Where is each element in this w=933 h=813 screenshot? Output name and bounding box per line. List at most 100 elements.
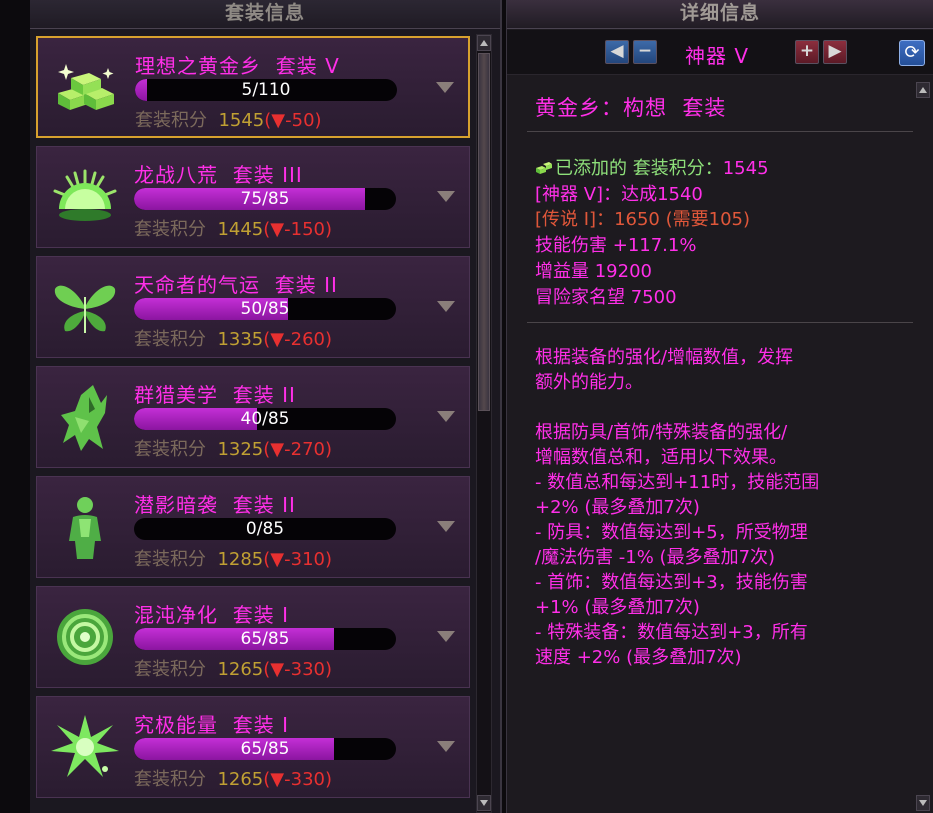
set-score-label: 套装积分 <box>134 659 206 680</box>
set-progress-bar: 40/85 <box>134 408 396 430</box>
grade-selector: ◀ − 神器 V + ▶ ⟳ <box>507 30 933 75</box>
grade-plus-button[interactable]: + <box>795 40 819 64</box>
set-score-delta: (▼-330) <box>263 659 333 680</box>
expand-arrow-icon[interactable] <box>437 301 455 312</box>
set-name: 龙战八荒 套装 III <box>134 163 303 187</box>
set-card[interactable]: 潜影暗袭 套装 II 0/85 套装积分 1285(▼-310) <box>36 476 470 578</box>
desc-line: +2% (最多叠加7次) <box>535 497 700 518</box>
set-card[interactable]: 究极能量 套装 I 65/85 套装积分 1265(▼-330) <box>36 696 470 798</box>
gold-bars-small-icon <box>536 162 552 174</box>
set-name: 天命者的气运 套装 II <box>134 273 338 297</box>
set-progress-bar: 5/110 <box>135 79 397 101</box>
scroll-down-button[interactable] <box>477 795 491 811</box>
set-card[interactable]: 龙战八荒 套装 III 75/85 套装积分 1445(▼-150) <box>36 146 470 248</box>
set-card[interactable]: 混沌净化 套装 I 65/85 套装积分 1265(▼-330) <box>36 586 470 688</box>
set-name: 混沌净化 套装 I <box>134 603 289 627</box>
set-progress-text: 50/85 <box>240 299 290 319</box>
expand-arrow-icon[interactable] <box>437 411 455 422</box>
divider <box>527 322 913 323</box>
detail-scrollbar[interactable] <box>916 80 930 813</box>
desc-line: 额外的能力。 <box>535 372 643 393</box>
expand-arrow-icon[interactable] <box>436 82 454 93</box>
fame-label: 冒险家名望 <box>535 287 625 308</box>
grade-minus-button[interactable]: − <box>633 40 657 64</box>
set-score-row: 套装积分 1285(▼-310) <box>134 545 332 571</box>
set-score-row: 套装积分 1445(▼-150) <box>134 215 332 241</box>
added-score-label: 已添加的 套装积分： <box>555 158 723 179</box>
scroll-down-button[interactable] <box>916 795 930 811</box>
set-progress-bar: 65/85 <box>134 738 396 760</box>
energy-burst-icon <box>51 715 119 777</box>
set-card[interactable]: 理想之黄金乡 套装 V 5/110 套装积分 1545(▼-50) <box>36 36 470 138</box>
set-score-value: 1265 <box>217 769 264 790</box>
detail-info-panel: 详细信息 ◀ − 神器 V + ▶ ⟳ 黄金乡：构想 套装 已添加的 套装积分：… <box>506 0 933 813</box>
effect-description: 根据装备的强化/增幅数值，发挥 额外的能力。 <box>535 345 793 395</box>
desc-line: - 防具：数值每达到+5，所受物理 <box>535 522 808 543</box>
set-progress-bar: 50/85 <box>134 298 396 320</box>
fame-line: 冒险家名望 7500 <box>535 283 677 309</box>
desc-line: +1% (最多叠加7次) <box>535 597 700 618</box>
wolf-icon <box>61 385 107 451</box>
skill-damage-line: 技能伤害 +117.1% <box>535 231 696 257</box>
set-score-label: 套装积分 <box>135 110 207 131</box>
buff-line: 增益量 19200 <box>535 257 652 283</box>
set-score-row: 套装积分 1325(▼-270) <box>134 435 332 461</box>
refresh-icon[interactable]: ⟳ <box>899 40 925 66</box>
set-score-label: 套装积分 <box>134 439 206 460</box>
scroll-thumb[interactable] <box>478 53 490 411</box>
skill-damage-label: 技能伤害 <box>535 235 607 256</box>
silhouette-icon <box>69 497 101 559</box>
rising-sun-icon <box>53 169 117 221</box>
set-progress-bar: 0/85 <box>134 518 396 540</box>
expand-arrow-icon[interactable] <box>437 741 455 752</box>
set-name: 潜影暗袭 套装 II <box>134 493 296 517</box>
set-list-scrollbar[interactable] <box>476 34 492 813</box>
set-score-value: 1445 <box>217 219 264 240</box>
set-progress-text: 65/85 <box>240 739 290 759</box>
skill-damage-value: +117.1% <box>612 235 697 256</box>
set-info-title: 套装信息 <box>30 0 500 29</box>
set-score-row: 套装积分 1265(▼-330) <box>134 655 332 681</box>
desc-line: - 首饰：数值每达到+3，技能伤害 <box>535 572 808 593</box>
added-score-line: 已添加的 套装积分：1545 <box>535 154 769 180</box>
expand-arrow-icon[interactable] <box>437 521 455 532</box>
desc-line: /魔法伤害 -1% (最多叠加7次) <box>535 547 776 568</box>
set-score-label: 套装积分 <box>134 549 206 570</box>
set-score-row: 套装积分 1335(▼-260) <box>134 325 332 351</box>
effect-details: 根据防具/首饰/特殊装备的强化/增幅数值总和，适用以下效果。 - 数值总和每达到+… <box>535 420 819 670</box>
set-progress-text: 5/110 <box>241 80 291 100</box>
set-score-value: 1545 <box>218 110 265 131</box>
desc-line: 根据装备的强化/增幅数值，发挥 <box>535 347 794 368</box>
butterfly-leaf-icon <box>54 285 116 333</box>
expand-arrow-icon[interactable] <box>437 631 455 642</box>
set-score-delta: (▼-50) <box>264 110 322 131</box>
fame-value: 7500 <box>630 287 677 308</box>
set-score-delta: (▼-330) <box>263 769 333 790</box>
set-card[interactable]: 群猎美学 套装 II 40/85 套装积分 1325(▼-270) <box>36 366 470 468</box>
desc-line: - 特殊装备：数值每达到+3，所有 <box>535 622 808 643</box>
set-score-label: 套装积分 <box>134 219 206 240</box>
set-score-label: 套装积分 <box>134 769 206 790</box>
buff-value: 19200 <box>594 261 652 282</box>
expand-arrow-icon[interactable] <box>437 191 455 202</box>
set-name: 理想之黄金乡 套装 V <box>135 54 340 78</box>
set-score-label: 套装积分 <box>134 329 206 350</box>
artifact-grade-line: [神器 V]：达成1540 <box>535 184 703 205</box>
desc-line: - 数值总和每达到+11时，技能范围 <box>535 472 820 493</box>
grade-prev-button[interactable]: ◀ <box>605 40 629 64</box>
desc-line: 根据防具/首饰/特殊装备的强化/ <box>535 422 788 443</box>
set-card[interactable]: 天命者的气运 套装 II 50/85 套装积分 1335(▼-260) <box>36 256 470 358</box>
scroll-up-button[interactable] <box>477 35 491 51</box>
set-score-row: 套装积分 1545(▼-50) <box>135 106 322 132</box>
set-progress-text: 40/85 <box>240 409 290 429</box>
legend-grade-line: [传说 I]：1650 (需要105) <box>535 209 751 230</box>
set-score-delta: (▼-260) <box>263 329 333 350</box>
desc-line: 速度 +2% (最多叠加7次) <box>535 647 742 668</box>
grade-next-button[interactable]: ▶ <box>823 40 847 64</box>
set-full-name: 黄金乡：构想 套装 <box>535 96 727 120</box>
scroll-up-button[interactable] <box>916 82 930 98</box>
set-name: 究极能量 套装 I <box>134 713 289 737</box>
set-progress-bar: 65/85 <box>134 628 396 650</box>
set-score-value: 1285 <box>217 549 264 570</box>
set-progress-text: 0/85 <box>245 519 285 539</box>
